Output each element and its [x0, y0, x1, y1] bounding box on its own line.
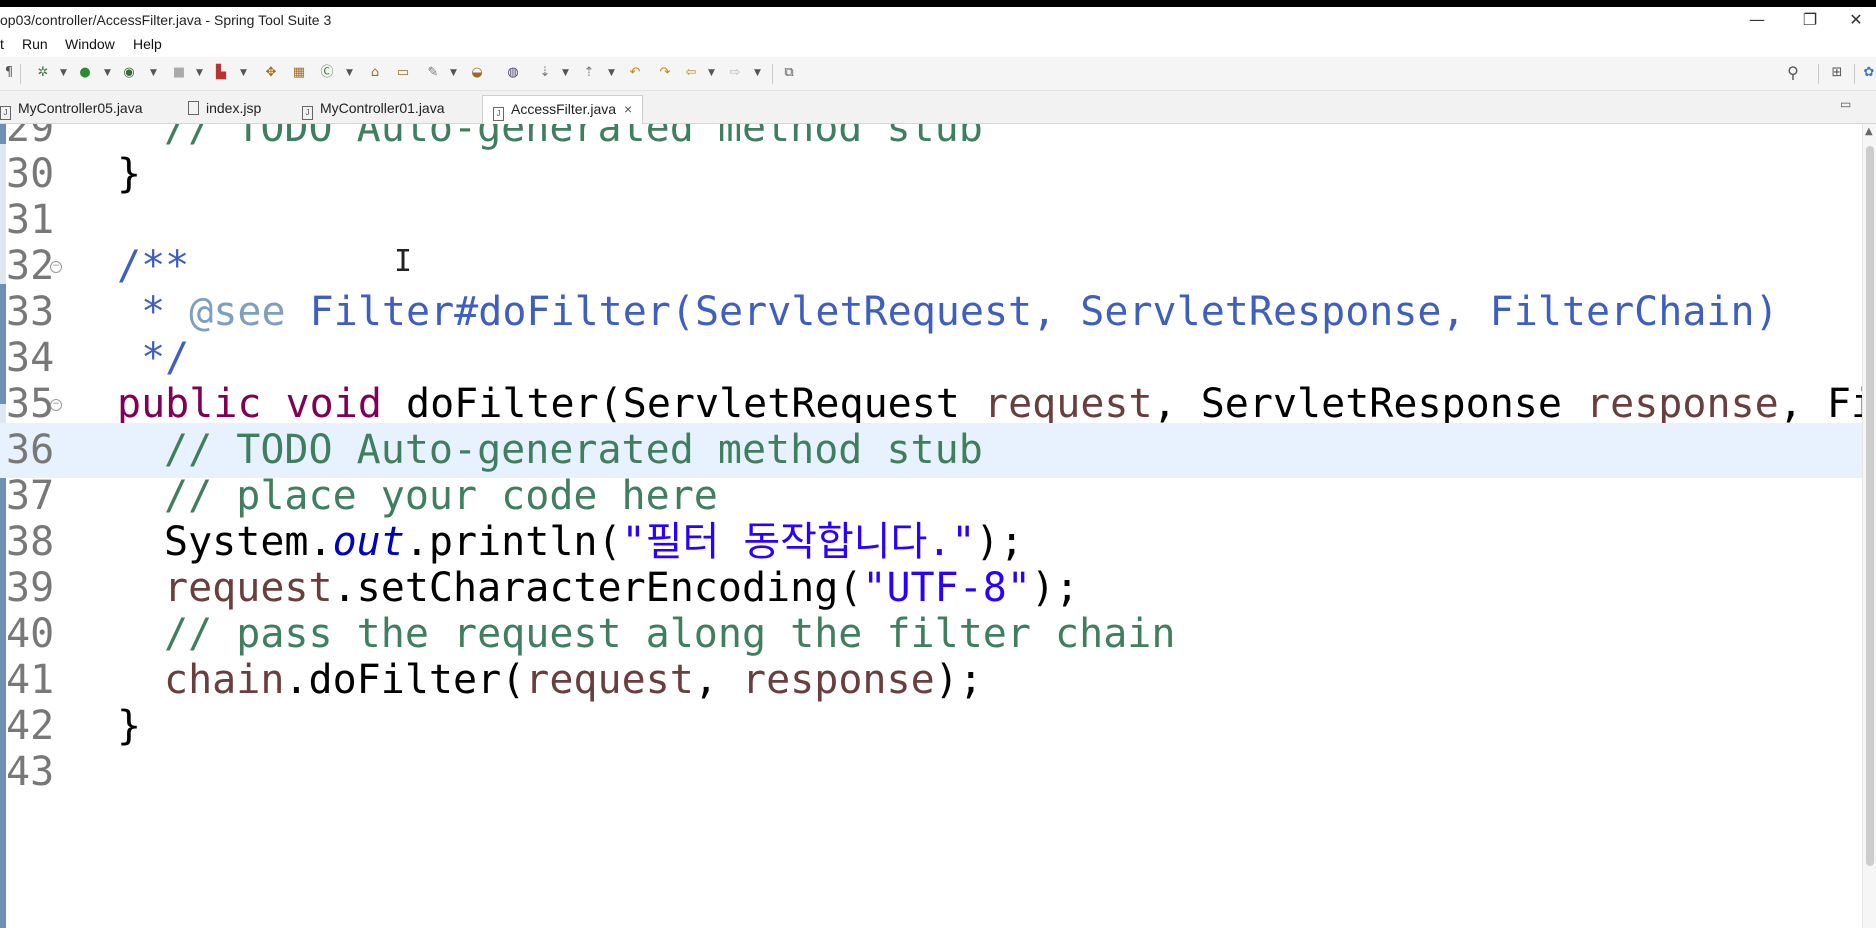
fold-toggle-icon[interactable]: − [50, 261, 62, 273]
code-editor[interactable]: 29// TODO Auto-generated method stub 30} 3… [0, 124, 1862, 928]
tab-accessfilter[interactable]: J AccessFilter.java × [482, 95, 644, 124]
chevron-down-icon[interactable]: ▼ [608, 65, 615, 81]
toolbar-separator [20, 64, 21, 84]
minimize-editor-icon[interactable]: ▭ [1840, 97, 1851, 111]
chevron-down-icon[interactable]: ▼ [104, 65, 111, 81]
tab-mycontroller01[interactable]: J MyController01.java [302, 95, 445, 123]
pilcrow-icon[interactable]: ¶ [0, 65, 18, 81]
tab-index-jsp[interactable]: index.jsp [188, 95, 261, 123]
chevron-down-icon[interactable]: ▼ [196, 65, 203, 81]
screen-top-edge [0, 0, 1876, 7]
close-tab-icon[interactable]: × [624, 101, 632, 117]
pin-editor-icon[interactable]: ⧉ [780, 65, 798, 81]
text-cursor-ibeam: I [394, 244, 413, 279]
jsp-file-icon [188, 101, 199, 115]
open-task-icon[interactable]: ◒ [468, 65, 486, 81]
menu-bar: t Run Window Help [0, 33, 1876, 57]
window-title: op03/controller/AccessFilter.java - Spri… [0, 12, 332, 28]
open-folder-icon[interactable]: ▭ [394, 65, 412, 81]
chevron-down-icon[interactable]: ▼ [562, 65, 569, 81]
vertical-scrollbar[interactable]: ▲ [1862, 124, 1876, 928]
deploy-icon[interactable]: ▙ [212, 65, 230, 81]
line-number: 43 [6, 749, 55, 795]
annotation-next-icon[interactable]: ⇣ [536, 65, 554, 81]
tab-mycontroller05[interactable]: J MyController05.java [0, 95, 143, 123]
tab-label: index.jsp [206, 100, 262, 116]
open-perspective-icon[interactable]: ⊞ [1828, 65, 1846, 81]
annotation-prev-icon[interactable]: ⇡ [580, 65, 598, 81]
scrollbar-thumb[interactable] [1866, 146, 1874, 866]
chevron-down-icon[interactable]: ▼ [450, 65, 457, 81]
main-toolbar: ¶ ✲ ▼ ● ▼ ◉ ▼ ■ ▼ ▙ ▼ ✥ ▦ Ⓒ ▼ ⌂ ▭ ✎ ▼ ◒ … [0, 57, 1876, 91]
new-package-icon[interactable]: ▦ [290, 65, 308, 81]
back-icon[interactable]: ⇦ [682, 65, 700, 81]
menu-window[interactable]: Window [65, 36, 115, 52]
chevron-down-icon[interactable]: ▼ [150, 65, 157, 81]
restore-button[interactable]: ❐ [1790, 7, 1830, 33]
external-tools-icon[interactable]: ◉ [120, 65, 138, 81]
window-titlebar: op03/controller/AccessFilter.java - Spri… [0, 7, 1876, 33]
run-icon[interactable]: ● [76, 65, 94, 81]
search-icon[interactable]: ⚲ [1784, 65, 1802, 81]
java-file-icon: J [302, 106, 313, 120]
spring-perspective-icon[interactable]: ✿ [1860, 65, 1876, 81]
open-type-icon[interactable]: ⌂ [366, 65, 384, 81]
redo-icon[interactable]: ↷ [656, 65, 674, 81]
fold-toggle-icon[interactable]: − [50, 399, 62, 411]
scroll-up-arrow-icon[interactable]: ▲ [1865, 126, 1873, 137]
globe-icon[interactable]: ◍ [504, 65, 522, 81]
menu-help[interactable]: Help [133, 36, 162, 52]
tab-label: MyController01.java [320, 100, 445, 116]
editor-tab-bar: J MyController05.java index.jsp J MyContro… [0, 91, 1876, 124]
edit-icon[interactable]: ✎ [424, 65, 442, 81]
java-file-icon: J [493, 107, 504, 121]
debug-icon[interactable]: ✲ [34, 65, 52, 81]
java-file-icon: J [0, 106, 11, 120]
code-line: 43 [0, 745, 1862, 800]
chevron-down-icon[interactable]: ▼ [708, 65, 715, 81]
toolbar-separator [1818, 64, 1819, 84]
chevron-down-icon[interactable]: ▼ [60, 65, 67, 81]
toolbar-separator [1854, 64, 1855, 84]
chevron-down-icon[interactable]: ▼ [346, 65, 353, 81]
new-spring-project-icon[interactable]: ✥ [262, 65, 280, 81]
forward-icon[interactable]: ⇨ [726, 65, 744, 81]
minimize-button[interactable]: — [1737, 7, 1777, 33]
chevron-down-icon[interactable]: ▼ [754, 65, 761, 81]
last-edit-icon[interactable]: ↶ [626, 65, 644, 81]
stop-server-icon[interactable]: ■ [170, 65, 188, 81]
toolbar-separator [772, 64, 773, 84]
menu-run[interactable]: Run [22, 36, 48, 52]
tab-label: AccessFilter.java [511, 101, 617, 117]
close-window-button[interactable]: ✕ [1836, 7, 1876, 33]
tab-label: MyController05.java [18, 100, 143, 116]
menu-project[interactable]: t [0, 36, 4, 52]
chevron-down-icon[interactable]: ▼ [240, 65, 247, 81]
new-class-icon[interactable]: Ⓒ [318, 65, 336, 81]
